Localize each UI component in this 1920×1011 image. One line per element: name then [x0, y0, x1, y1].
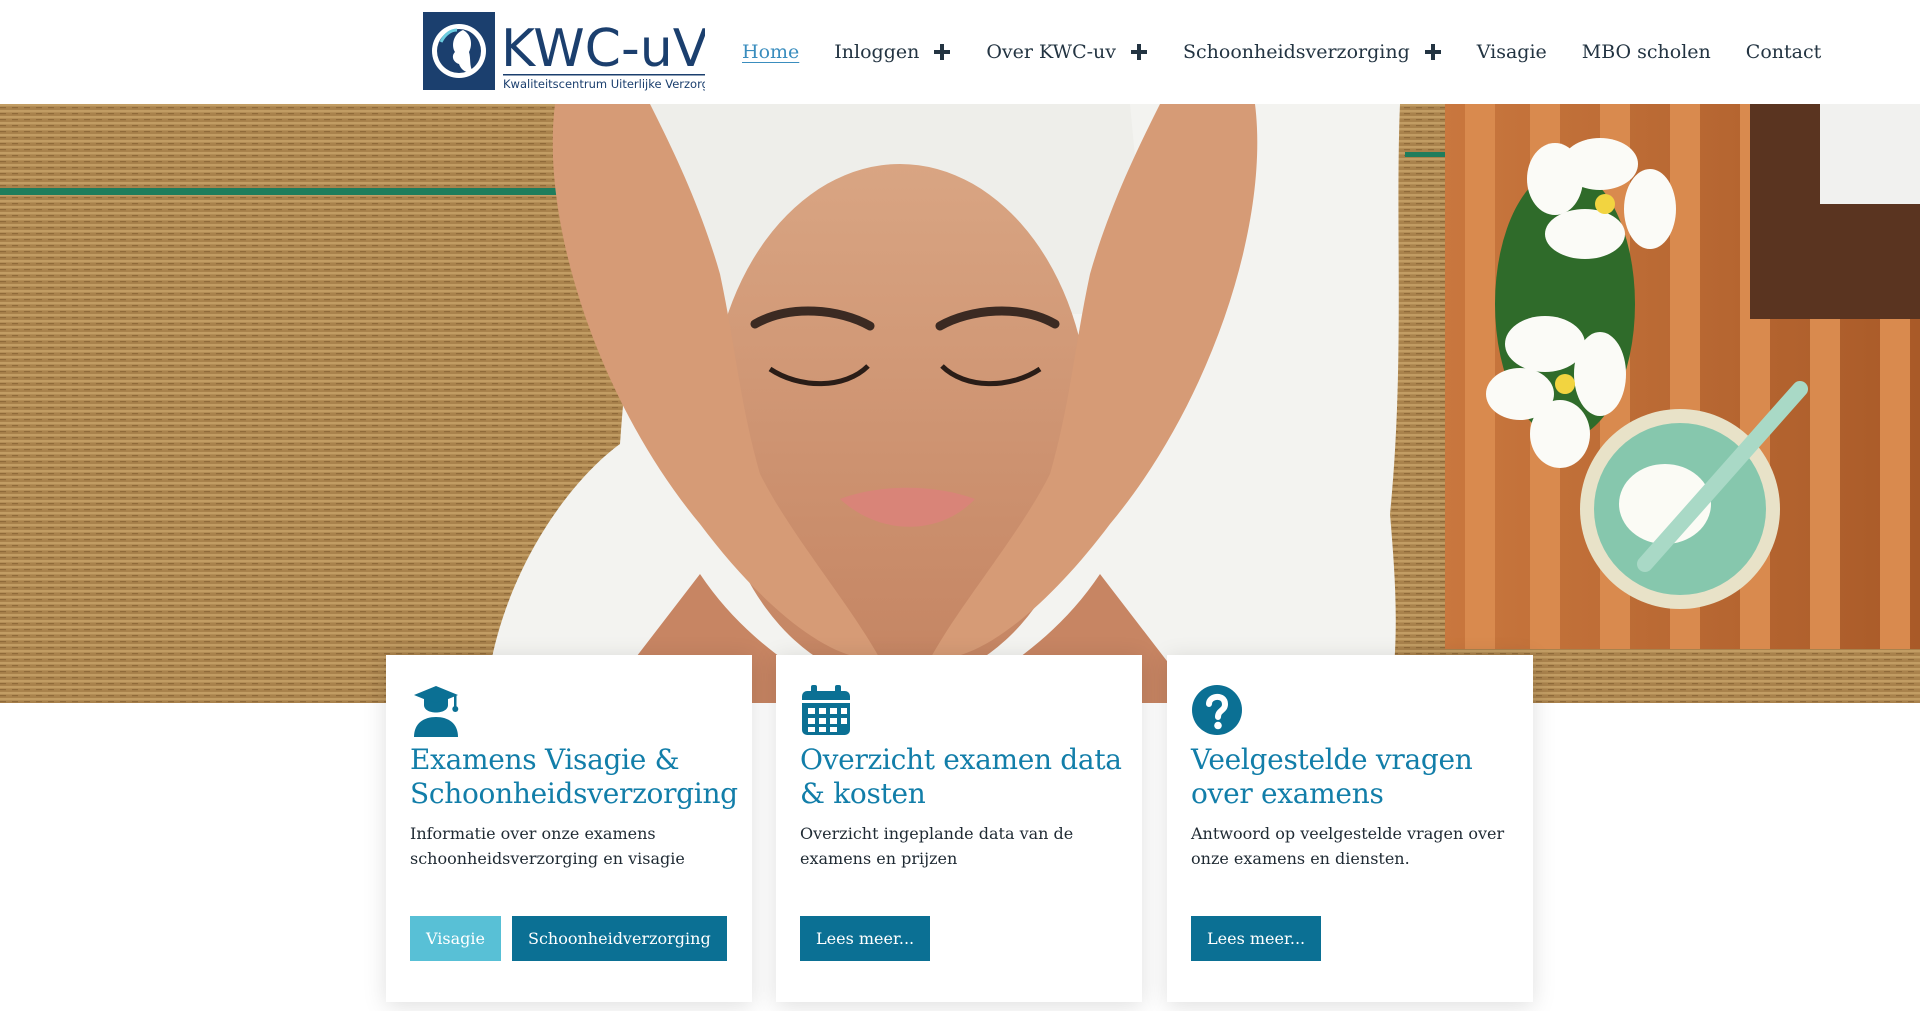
calendar-icon	[802, 685, 850, 735]
card-text: Informatie over onze examens schoonheids…	[410, 824, 685, 868]
nav-item-label: Home	[742, 41, 800, 63]
visagie-button[interactable]: Visagie	[410, 916, 501, 961]
nav-item-label: Schoonheidsverzorging	[1183, 41, 1410, 63]
nav-item-schoonheidsverzorging[interactable]: Schoonheidsverzorging	[1183, 41, 1442, 63]
nav-item-mbo-scholen[interactable]: MBO scholen	[1582, 41, 1711, 63]
card-overzicht: Overzicht examen data & kosten Overzicht…	[776, 655, 1142, 1002]
nav-item-contact[interactable]: Contact	[1746, 41, 1821, 63]
site-logo[interactable]: KWC-uV Kwaliteitscentrum Uiterlijke Verz…	[423, 12, 705, 92]
card-title: Veelgestelde vragen over examens	[1191, 743, 1473, 810]
logo-tagline: Kwaliteitscentrum Uiterlijke Verzorging	[503, 77, 705, 91]
nav-item-label: Over KWC-uv	[986, 41, 1117, 63]
nav-item-label: MBO scholen	[1581, 41, 1711, 63]
nav-item-inloggen[interactable]: Inloggen	[834, 41, 951, 63]
question-circle-icon	[1192, 685, 1242, 735]
nav-item-label: Contact	[1745, 41, 1822, 63]
card-vragen: Veelgestelde vragen over examens Antwoor…	[1167, 655, 1533, 1002]
lees-meer-button[interactable]: Lees meer...	[800, 916, 931, 961]
nav-item-label: Visagie	[1476, 41, 1547, 63]
hero-image	[0, 104, 1920, 703]
graduate-icon	[414, 686, 459, 737]
nav-item-label: Inloggen	[834, 41, 920, 63]
plus-icon[interactable]	[1130, 43, 1148, 61]
logo-name: KWC-uV	[501, 19, 705, 79]
lees-meer-button[interactable]: Lees meer...	[1191, 916, 1322, 961]
card-title: Examens Visagie & Schoonheidsverzorging	[410, 743, 738, 810]
main-nav: Home Inloggen Over KWC-uv Schoonheidsverzor…	[720, 0, 1821, 104]
site-header: KWC-uV Kwaliteitscentrum Uiterlijke Verz…	[0, 0, 1920, 104]
nav-item-visagie[interactable]: Visagie	[1477, 41, 1547, 63]
plus-icon[interactable]	[933, 43, 951, 61]
card-title: Overzicht examen data & kosten	[800, 743, 1122, 810]
nav-item-over-kwc-uv[interactable]: Over KWC-uv	[986, 41, 1148, 63]
card-text: Antwoord op veelgestelde vragen over onz…	[1191, 824, 1505, 868]
plus-icon[interactable]	[1424, 43, 1442, 61]
schoonheidverzorging-button[interactable]: Schoonheidverzorging	[512, 916, 727, 961]
card-examens: Examens Visagie & Schoonheidsverzorging …	[386, 655, 752, 1002]
nav-item-home[interactable]: Home	[742, 41, 799, 63]
card-text: Overzicht ingeplande data van de examens…	[800, 824, 1074, 868]
